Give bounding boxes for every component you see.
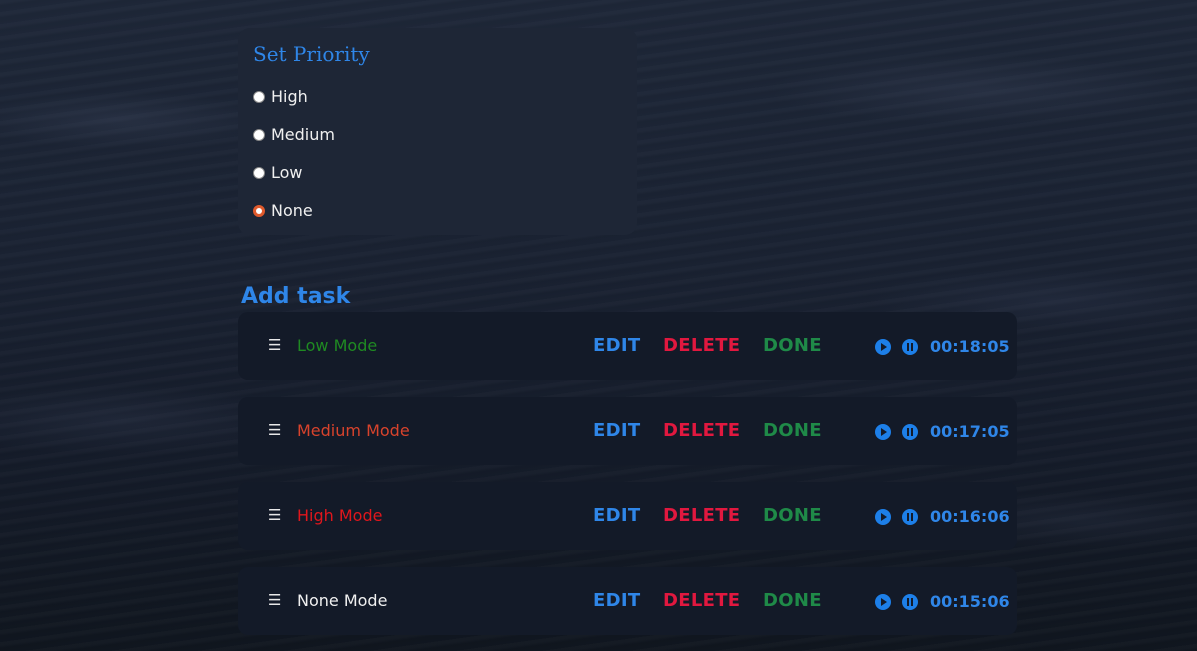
priority-panel: Set Priority High Medium Low None [238,28,637,235]
priority-option-label: High [271,87,308,106]
done-button[interactable]: DONE [763,590,822,611]
drag-handle-icon[interactable]: ☰ [268,506,281,524]
task-card: ☰ High Mode EDIT DELETE DONE 00:16:06 [238,482,1017,550]
done-button[interactable]: DONE [763,335,822,356]
done-button[interactable]: DONE [763,420,822,441]
drag-handle-icon[interactable]: ☰ [268,421,281,439]
delete-button[interactable]: DELETE [663,335,740,356]
done-button[interactable]: DONE [763,505,822,526]
task-name: Low Mode [297,336,378,355]
priority-option-label: Low [271,163,303,182]
task-card: ☰ Low Mode EDIT DELETE DONE 00:18:05 [238,312,1017,380]
priority-option-label: None [271,201,313,220]
task-timer: 00:16:06 [930,507,1010,526]
pause-icon[interactable] [902,424,918,440]
play-icon[interactable] [875,424,891,440]
radio-high[interactable] [253,90,265,103]
task-card: ☰ None Mode EDIT DELETE DONE 00:15:06 [238,567,1017,635]
pause-icon[interactable] [902,594,918,610]
priority-option-label: Medium [271,125,335,144]
edit-button[interactable]: EDIT [593,590,640,611]
pause-icon[interactable] [902,509,918,525]
play-icon[interactable] [875,509,891,525]
radio-low[interactable] [253,166,265,179]
priority-option-medium[interactable]: Medium [253,125,335,144]
radio-medium[interactable] [253,128,265,141]
delete-button[interactable]: DELETE [663,420,740,441]
pause-icon[interactable] [902,339,918,355]
task-card: ☰ Medium Mode EDIT DELETE DONE 00:17:05 [238,397,1017,465]
edit-button[interactable]: EDIT [593,420,640,441]
task-name: Medium Mode [297,421,410,440]
edit-button[interactable]: EDIT [593,335,640,356]
drag-handle-icon[interactable]: ☰ [268,591,281,609]
radio-none[interactable] [253,204,265,217]
priority-title: Set Priority [253,42,370,66]
task-timer: 00:15:06 [930,592,1010,611]
priority-option-high[interactable]: High [253,87,308,106]
drag-handle-icon[interactable]: ☰ [268,336,281,354]
task-timer: 00:18:05 [930,337,1010,356]
delete-button[interactable]: DELETE [663,505,740,526]
priority-option-none[interactable]: None [253,201,313,220]
task-timer: 00:17:05 [930,422,1010,441]
delete-button[interactable]: DELETE [663,590,740,611]
add-task-button[interactable]: Add task [241,284,350,309]
task-name: High Mode [297,506,383,525]
play-icon[interactable] [875,594,891,610]
play-icon[interactable] [875,339,891,355]
priority-option-low[interactable]: Low [253,163,303,182]
edit-button[interactable]: EDIT [593,505,640,526]
task-name: None Mode [297,591,388,610]
